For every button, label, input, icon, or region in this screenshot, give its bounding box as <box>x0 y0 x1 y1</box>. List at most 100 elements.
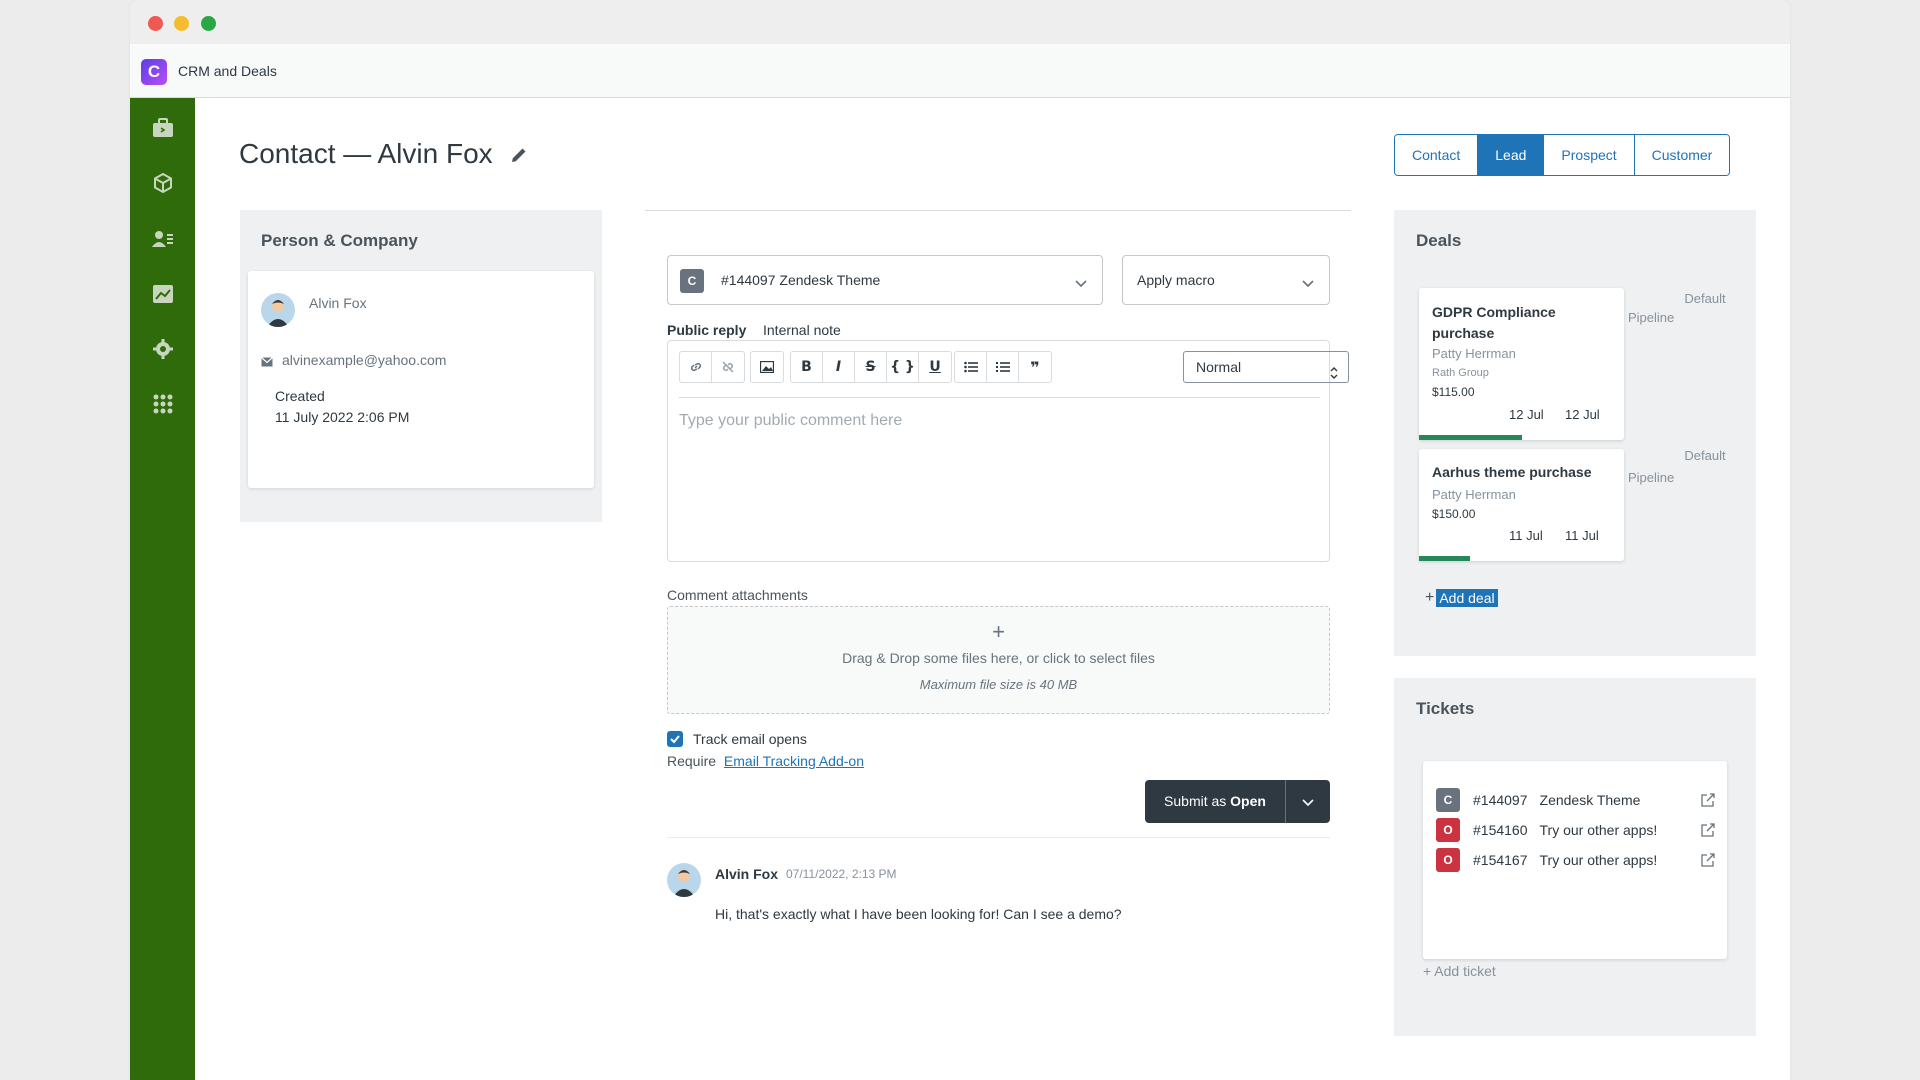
add-deal-button[interactable]: + Add deal <box>1425 589 1498 607</box>
ticket-status-chip: O <box>1436 848 1460 872</box>
submit-options-button[interactable] <box>1286 780 1330 823</box>
unlink-icon[interactable] <box>712 352 744 382</box>
submit-button[interactable]: Submit as Open <box>1145 780 1286 823</box>
ticket-status-chip: C <box>680 269 704 293</box>
tab-prospect[interactable]: Prospect <box>1544 135 1635 175</box>
deal-person: Patty Herrman <box>1432 346 1516 361</box>
require-text: Require Email Tracking Add-on <box>667 753 864 769</box>
close-window-button[interactable] <box>148 16 163 31</box>
tab-customer[interactable]: Customer <box>1634 135 1730 175</box>
ticket-select[interactable]: C #144097 Zendesk Theme <box>667 255 1103 305</box>
image-toolbar-group <box>750 351 784 383</box>
envelope-icon <box>261 354 273 367</box>
comment-editor[interactable]: B I S { } U ❞ Normal Type your public co… <box>667 340 1349 562</box>
person-panel-title: Person & Company <box>261 231 418 250</box>
deal-card[interactable]: GDPR Compliance purchase Patty Herrman R… <box>1419 288 1624 440</box>
created-value: 11 July 2022 2:06 PM <box>275 409 410 425</box>
deal-card[interactable]: Aarhus theme purchase Patty Herrman $150… <box>1419 449 1624 561</box>
deal-date: 11 Jul <box>1565 528 1599 543</box>
ticket-id: #144097 <box>1473 792 1528 808</box>
attachment-dropzone[interactable]: + Drag & Drop some files here, or click … <box>667 606 1330 714</box>
tab-public-reply[interactable]: Public reply <box>667 322 746 338</box>
composer-top-divider <box>645 210 1351 211</box>
external-link-icon[interactable] <box>1700 822 1716 838</box>
add-ticket-button[interactable]: + Add ticket <box>1423 963 1496 979</box>
tab-lead[interactable]: Lead <box>1478 135 1545 175</box>
code-icon[interactable]: { } <box>887 352 919 382</box>
format-toolbar-group: B I S { } U <box>790 351 952 383</box>
person-avatar <box>261 293 295 327</box>
tickets-title: Tickets <box>1416 699 1475 718</box>
deal-progress-bar <box>1419 556 1471 561</box>
ticket-subject: Try our other apps! <box>1539 852 1658 868</box>
page-title: Contact — Alvin Fox <box>239 138 493 169</box>
dropzone-hint: Maximum file size is 40 MB <box>919 677 1078 692</box>
add-deal-label: Add deal <box>1436 589 1498 607</box>
person-card: Alvin Fox alvinexample@yahoo.com Created… <box>248 271 594 488</box>
require-prefix: Require <box>667 753 717 769</box>
comment-author: Alvin Fox <box>715 866 779 882</box>
submit-status: Open <box>1230 793 1266 809</box>
reports-icon[interactable] <box>150 281 176 307</box>
chevron-down-icon <box>1302 798 1314 806</box>
chevron-down-icon <box>1301 276 1315 288</box>
deal-amount: $115.00 <box>1432 385 1475 399</box>
status-segmented-control: Contact Lead Prospect Customer <box>1394 134 1731 176</box>
comment-author-avatar <box>667 863 701 897</box>
ticket-subject: Zendesk Theme <box>1539 792 1641 808</box>
submit-prefix: Submit as <box>1164 793 1227 809</box>
box-icon[interactable] <box>150 170 176 196</box>
underline-icon[interactable]: U <box>919 352 951 382</box>
add-deal-plus-icon: + <box>1425 589 1435 606</box>
macro-select-value: Apply macro <box>1137 272 1215 288</box>
deal-amount: $150.00 <box>1432 507 1476 521</box>
tickets-card: C #144097 Zendesk Theme O #154160 Try ou… <box>1423 761 1727 959</box>
created-label: Created <box>275 388 325 404</box>
external-link-icon[interactable] <box>1700 852 1716 868</box>
strikethrough-icon[interactable]: S <box>855 352 887 382</box>
deal-date: 12 Jul <box>1509 407 1544 422</box>
maximize-window-button[interactable] <box>201 16 216 31</box>
macro-select[interactable]: Apply macro <box>1122 255 1330 305</box>
deal-pipeline-label: Pipeline <box>1628 470 1675 485</box>
person-email[interactable]: alvinexample@yahoo.com <box>282 352 446 368</box>
settings-gear-icon[interactable] <box>150 336 176 362</box>
ticket-id: #154160 <box>1473 822 1528 838</box>
ticket-row[interactable]: O #154167 Try our other apps! <box>1436 847 1716 873</box>
tab-internal-note[interactable]: Internal note <box>763 322 841 338</box>
comments-divider <box>667 837 1330 838</box>
bulleted-list-icon[interactable] <box>955 352 987 382</box>
comment-timestamp: 07/11/2022, 2:13 PM <box>786 867 897 881</box>
apps-grid-icon[interactable] <box>150 391 176 417</box>
deal-progress-bar <box>1419 435 1522 440</box>
link-icon[interactable] <box>680 352 712 382</box>
deal-date: 11 Jul <box>1509 528 1543 543</box>
image-icon[interactable] <box>751 352 783 382</box>
bold-icon[interactable]: B <box>791 352 823 382</box>
email-tracking-addon-link[interactable]: Email Tracking Add-on <box>724 753 864 769</box>
edit-pencil-icon[interactable] <box>509 145 531 167</box>
briefcase-icon[interactable] <box>150 115 176 141</box>
contacts-icon[interactable] <box>150 226 176 252</box>
app-window: C CRM and Deals Contact — Alvin Fox Cont… <box>130 0 1790 1080</box>
minimize-window-button[interactable] <box>174 16 189 31</box>
deal-name-line: GDPR Compliance <box>1432 304 1556 320</box>
toolbar-divider <box>679 397 1320 398</box>
tab-contact[interactable]: Contact <box>1395 135 1479 175</box>
numbered-list-icon[interactable] <box>987 352 1019 382</box>
ticket-row[interactable]: O #154160 Try our other apps! <box>1436 817 1716 843</box>
pipeline-line: Default <box>1684 291 1726 306</box>
deal-date: 12 Jul <box>1565 407 1600 422</box>
track-email-checkbox[interactable] <box>667 731 683 747</box>
ticket-row[interactable]: C #144097 Zendesk Theme <box>1436 787 1716 813</box>
external-link-icon[interactable] <box>1700 792 1716 808</box>
deal-pipeline: Default <box>1650 288 1760 310</box>
comment-placeholder: Type your public comment here <box>679 412 903 429</box>
link-toolbar-group <box>679 351 745 383</box>
deal-pipeline: Default <box>1684 448 1726 463</box>
submit-button-group: Submit as Open <box>1145 780 1330 823</box>
quote-icon[interactable]: ❞ <box>1019 352 1051 382</box>
italic-icon[interactable]: I <box>823 352 855 382</box>
deal-name-line: purchase <box>1432 325 1495 341</box>
text-format-select[interactable]: Normal <box>1183 351 1349 383</box>
